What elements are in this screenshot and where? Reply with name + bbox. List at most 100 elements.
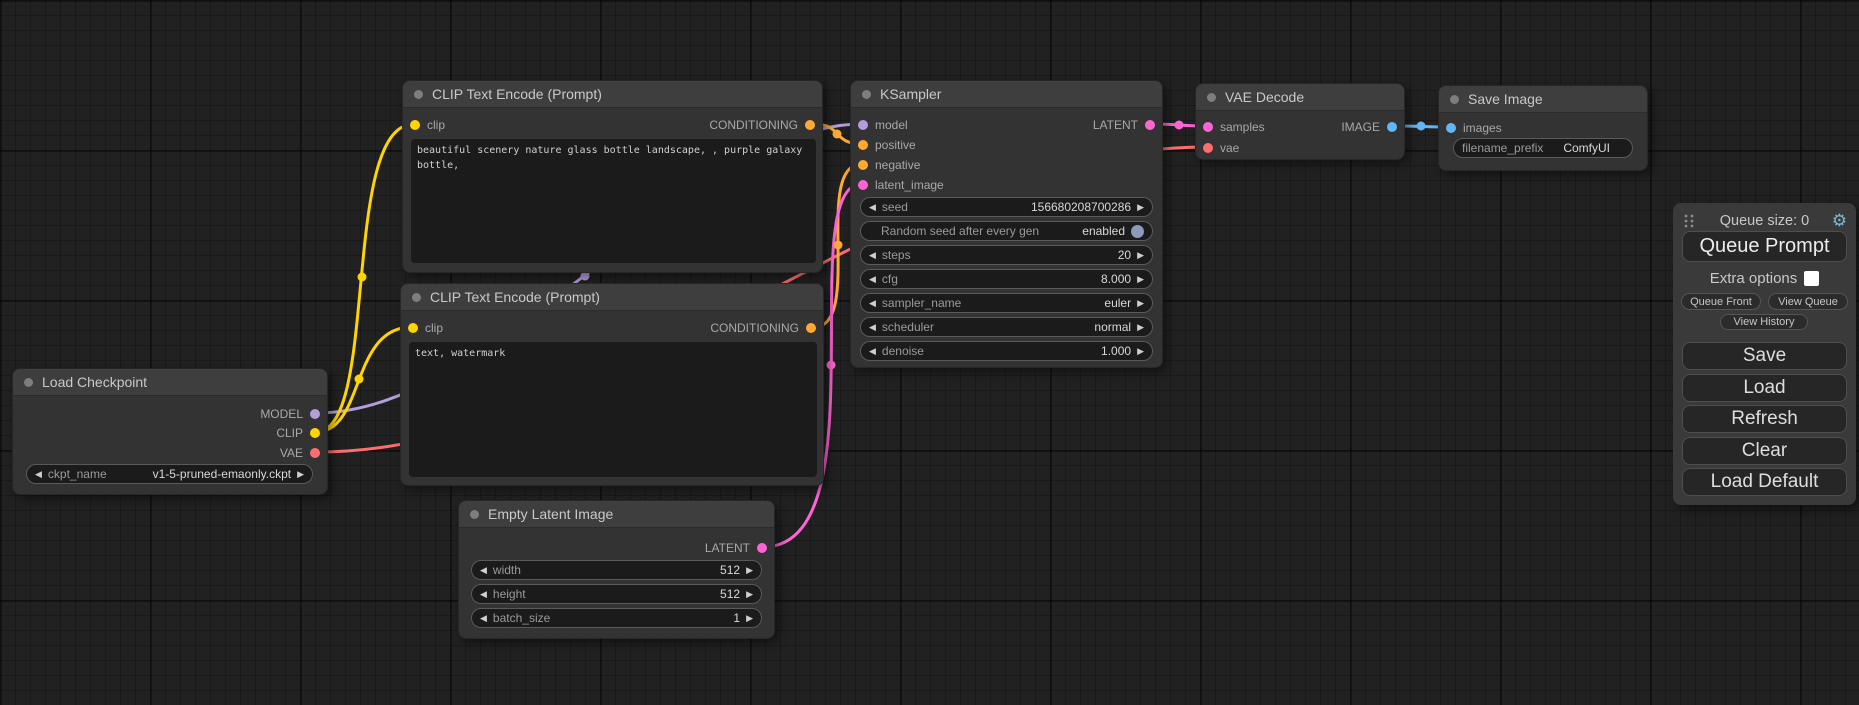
- widget-batch-size[interactable]: ◀ batch_size 1 ▶: [471, 608, 762, 628]
- widget-seed[interactable]: ◀ seed 156680208700286 ▶: [860, 197, 1153, 217]
- decrement-arrow-icon[interactable]: ◀: [869, 246, 876, 264]
- widget-scheduler[interactable]: ◀ scheduler normal ▶: [860, 317, 1153, 337]
- collapse-dot-icon[interactable]: [1207, 93, 1216, 102]
- decrement-arrow-icon[interactable]: ◀: [35, 465, 42, 483]
- gear-icon[interactable]: ⚙: [1832, 211, 1847, 231]
- widget-height[interactable]: ◀ height 512 ▶: [471, 584, 762, 604]
- port-dot-clip[interactable]: [408, 323, 418, 333]
- widget-sampler-name[interactable]: ◀ sampler_name euler ▶: [860, 293, 1153, 313]
- node-clip-text-encode-negative[interactable]: CLIP Text Encode (Prompt) clip CONDITION…: [400, 283, 824, 486]
- output-port-conditioning[interactable]: CONDITIONING: [709, 117, 822, 133]
- increment-arrow-icon[interactable]: ▶: [1137, 246, 1144, 264]
- node-ksampler[interactable]: KSampler model positive negative latent_…: [850, 80, 1163, 368]
- decrement-arrow-icon[interactable]: ◀: [869, 342, 876, 360]
- output-port-image[interactable]: IMAGE: [1341, 119, 1404, 135]
- node-title-bar[interactable]: VAE Decode: [1196, 84, 1404, 111]
- node-vae-decode[interactable]: VAE Decode samples vae IMAGE: [1195, 83, 1405, 160]
- port-dot-model[interactable]: [858, 120, 868, 130]
- widget-filename-prefix[interactable]: filename_prefix ComfyUI: [1453, 138, 1633, 158]
- node-save-image[interactable]: Save Image images filename_prefix ComfyU…: [1438, 85, 1648, 171]
- extra-options-checkbox[interactable]: [1804, 271, 1819, 286]
- port-dot-conditioning[interactable]: [806, 323, 816, 333]
- output-port-clip[interactable]: CLIP: [276, 425, 327, 441]
- input-port-positive[interactable]: positive: [851, 137, 916, 153]
- load-button[interactable]: Load: [1682, 374, 1847, 402]
- node-title-bar[interactable]: Empty Latent Image: [459, 501, 774, 528]
- input-port-images[interactable]: images: [1439, 120, 1502, 136]
- refresh-button[interactable]: Refresh: [1682, 405, 1847, 433]
- node-graph-canvas[interactable]: Load Checkpoint MODEL CLIP VAE ◀ ckpt_na…: [0, 0, 1859, 705]
- queue-panel[interactable]: Queue size: 0 ⚙ Queue Prompt Extra optio…: [1673, 203, 1856, 505]
- decrement-arrow-icon[interactable]: ◀: [869, 270, 876, 288]
- collapse-dot-icon[interactable]: [470, 510, 479, 519]
- increment-arrow-icon[interactable]: ▶: [746, 585, 753, 603]
- view-history-button[interactable]: View History: [1720, 314, 1808, 330]
- collapse-dot-icon[interactable]: [412, 293, 421, 302]
- increment-arrow-icon[interactable]: ▶: [297, 465, 304, 483]
- port-dot-image[interactable]: [1446, 123, 1456, 133]
- prompt-textarea[interactable]: text, watermark: [409, 342, 817, 477]
- port-dot-latent[interactable]: [858, 180, 868, 190]
- output-port-model[interactable]: MODEL: [260, 406, 327, 422]
- port-dot-vae[interactable]: [310, 448, 320, 458]
- port-dot-clip[interactable]: [410, 120, 420, 130]
- input-port-clip[interactable]: clip: [403, 117, 445, 133]
- collapse-dot-icon[interactable]: [862, 90, 871, 99]
- node-title-bar[interactable]: Save Image: [1439, 86, 1647, 113]
- widget-width[interactable]: ◀ width 512 ▶: [471, 560, 762, 580]
- widget-cfg[interactable]: ◀ cfg 8.000 ▶: [860, 269, 1153, 289]
- decrement-arrow-icon[interactable]: ◀: [480, 609, 487, 627]
- view-queue-button[interactable]: View Queue: [1768, 293, 1848, 310]
- decrement-arrow-icon[interactable]: ◀: [480, 561, 487, 579]
- widget-denoise[interactable]: ◀ denoise 1.000 ▶: [860, 341, 1153, 361]
- port-dot-vae[interactable]: [1203, 143, 1213, 153]
- node-title-bar[interactable]: KSampler: [851, 81, 1162, 108]
- port-dot-latent[interactable]: [757, 543, 767, 553]
- output-port-latent[interactable]: LATENT: [1093, 117, 1162, 133]
- increment-arrow-icon[interactable]: ▶: [746, 561, 753, 579]
- decrement-arrow-icon[interactable]: ◀: [869, 198, 876, 216]
- collapse-dot-icon[interactable]: [24, 378, 33, 387]
- port-dot-conditioning[interactable]: [858, 160, 868, 170]
- toggle-enabled-icon[interactable]: [1131, 225, 1144, 238]
- node-title-bar[interactable]: CLIP Text Encode (Prompt): [401, 284, 823, 311]
- node-empty-latent-image[interactable]: Empty Latent Image LATENT ◀ width 512 ▶ …: [458, 500, 775, 639]
- widget-steps[interactable]: ◀ steps 20 ▶: [860, 245, 1153, 265]
- clear-button[interactable]: Clear: [1682, 437, 1847, 465]
- port-dot-latent[interactable]: [1145, 120, 1155, 130]
- decrement-arrow-icon[interactable]: ◀: [869, 294, 876, 312]
- increment-arrow-icon[interactable]: ▶: [746, 609, 753, 627]
- port-dot-clip[interactable]: [310, 428, 320, 438]
- collapse-dot-icon[interactable]: [1450, 95, 1459, 104]
- input-port-vae[interactable]: vae: [1196, 140, 1239, 156]
- decrement-arrow-icon[interactable]: ◀: [480, 585, 487, 603]
- drag-handle-icon[interactable]: [1684, 214, 1694, 228]
- output-port-latent[interactable]: LATENT: [705, 540, 774, 556]
- input-port-samples[interactable]: samples: [1196, 119, 1265, 135]
- increment-arrow-icon[interactable]: ▶: [1137, 198, 1144, 216]
- load-default-button[interactable]: Load Default: [1682, 468, 1847, 496]
- queue-front-button[interactable]: Queue Front: [1681, 293, 1761, 310]
- node-load-checkpoint[interactable]: Load Checkpoint MODEL CLIP VAE ◀ ckpt_na…: [12, 368, 328, 495]
- output-port-vae[interactable]: VAE: [280, 445, 327, 461]
- input-port-model[interactable]: model: [851, 117, 908, 133]
- queue-prompt-button[interactable]: Queue Prompt: [1682, 231, 1847, 262]
- input-port-latent-image[interactable]: latent_image: [851, 177, 944, 193]
- decrement-arrow-icon[interactable]: ◀: [869, 318, 876, 336]
- save-button[interactable]: Save: [1682, 342, 1847, 370]
- port-dot-conditioning[interactable]: [858, 140, 868, 150]
- increment-arrow-icon[interactable]: ▶: [1137, 270, 1144, 288]
- node-title-bar[interactable]: Load Checkpoint: [13, 369, 327, 396]
- node-title-bar[interactable]: CLIP Text Encode (Prompt): [403, 81, 822, 108]
- port-dot-image[interactable]: [1387, 122, 1397, 132]
- increment-arrow-icon[interactable]: ▶: [1137, 318, 1144, 336]
- port-dot-conditioning[interactable]: [805, 120, 815, 130]
- increment-arrow-icon[interactable]: ▶: [1137, 294, 1144, 312]
- input-port-negative[interactable]: negative: [851, 157, 920, 173]
- input-port-clip[interactable]: clip: [401, 320, 443, 336]
- port-dot-latent[interactable]: [1203, 122, 1213, 132]
- widget-ckpt-name[interactable]: ◀ ckpt_name v1-5-pruned-emaonly.ckpt ▶: [26, 464, 313, 484]
- node-clip-text-encode-positive[interactable]: CLIP Text Encode (Prompt) clip CONDITION…: [402, 80, 823, 273]
- port-dot-model[interactable]: [310, 409, 320, 419]
- collapse-dot-icon[interactable]: [414, 90, 423, 99]
